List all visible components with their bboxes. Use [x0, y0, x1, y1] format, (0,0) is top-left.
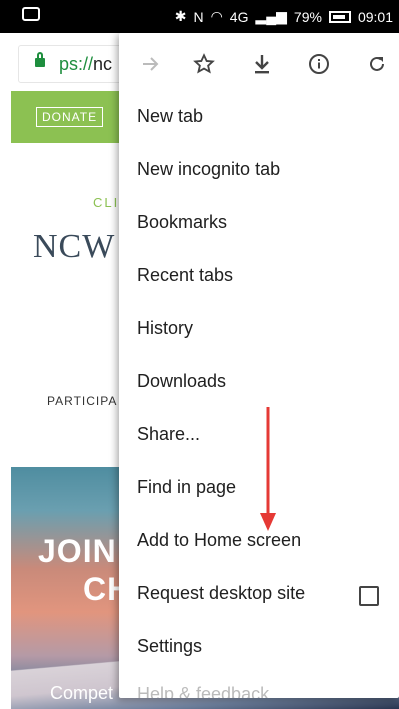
forward-icon[interactable]	[135, 49, 165, 79]
battery-percent: 79%	[293, 8, 322, 25]
url-host: nc	[93, 54, 113, 74]
lock-icon	[35, 52, 45, 67]
menu-item-request-desktop-site[interactable]: Request desktop site	[137, 583, 305, 604]
bluetooth-icon: ✱	[174, 8, 187, 24]
overflow-menu: New tab New incognito tab Bookmarks Rece…	[119, 33, 399, 698]
menu-icon-row	[119, 33, 399, 95]
notification-icon	[22, 7, 40, 21]
status-icons: ✱ N ◠ 4G ▂▄▆ 79% 09:01	[175, 8, 393, 25]
menu-item-new-tab[interactable]: New tab	[137, 106, 203, 127]
annotation-arrow	[260, 407, 276, 531]
clock: 09:01	[357, 8, 393, 25]
nfc-icon: N	[193, 8, 204, 25]
menu-item-share[interactable]: Share...	[137, 424, 200, 445]
menu-item-find-in-page[interactable]: Find in page	[137, 477, 236, 498]
donate-button[interactable]: DONATE	[36, 107, 104, 127]
url-scheme: ps://	[59, 54, 94, 74]
download-icon[interactable]	[247, 49, 277, 79]
reload-icon[interactable]	[362, 49, 392, 79]
site-title[interactable]: NCW	[33, 228, 115, 266]
site-nav-item[interactable]: PARTICIPA	[47, 394, 117, 408]
battery-icon	[328, 10, 351, 23]
site-subtitle: CLI	[93, 195, 120, 210]
signal-icon: ▂▄▆	[255, 8, 287, 24]
menu-item-settings[interactable]: Settings	[137, 636, 202, 657]
menu-item-bookmarks[interactable]: Bookmarks	[137, 212, 227, 233]
url-text[interactable]: ps://nc	[59, 54, 112, 75]
request-desktop-checkbox[interactable]	[359, 586, 379, 606]
menu-item-history[interactable]: History	[137, 318, 193, 339]
menu-item-downloads[interactable]: Downloads	[137, 371, 226, 392]
menu-item-new-incognito-tab[interactable]: New incognito tab	[137, 159, 280, 180]
menu-item-recent-tabs[interactable]: Recent tabs	[137, 265, 233, 286]
network-type: 4G	[229, 8, 249, 25]
hero-caption: Compet	[50, 683, 114, 703]
status-bar: ✱ N ◠ 4G ▂▄▆ 79% 09:01	[0, 0, 399, 33]
wifi-icon: ◠	[210, 8, 223, 24]
info-icon[interactable]	[304, 49, 334, 79]
menu-item-help-feedback[interactable]: Help & feedback	[137, 684, 269, 698]
star-icon[interactable]	[189, 49, 219, 79]
